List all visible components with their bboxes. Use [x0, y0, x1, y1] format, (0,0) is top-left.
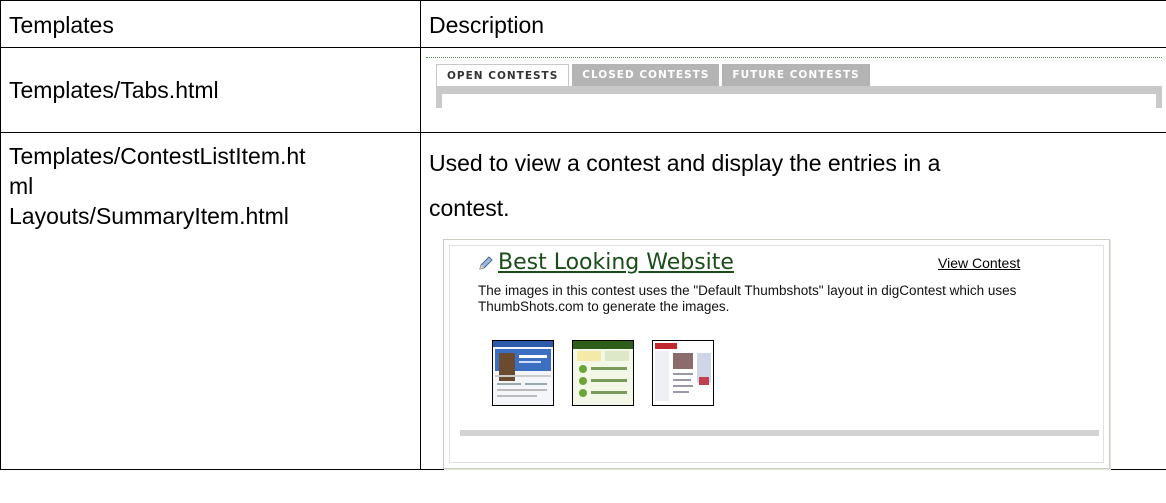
contest-title-link[interactable]: Best Looking Website: [498, 250, 734, 276]
tab-panel-right-border: [1156, 86, 1162, 108]
template-name-tabs: Templates/Tabs.html: [0, 47, 421, 133]
microsoft-site-thumbnail[interactable]: [492, 340, 554, 406]
pencil-icon: [479, 256, 493, 270]
tab-closed-contests[interactable]: CLOSED CONTESTS: [572, 64, 720, 86]
tab-future-contests[interactable]: FUTURE CONTESTS: [722, 64, 870, 86]
contest-title-row: Best Looking Website: [478, 250, 734, 276]
templates-table: Templates Description Templates/Tabs.htm…: [0, 0, 1166, 470]
contest-summary-screenshot: Best Looking Website View Contest The im…: [443, 239, 1110, 469]
header-description: Description: [420, 0, 1166, 48]
contest-footer-bar: [460, 430, 1099, 436]
dotted-divider: [426, 57, 1162, 58]
entry-thumbnails: [492, 340, 714, 406]
tabs-preview-cell: OPEN CONTESTS CLOSED CONTESTS FUTURE CON…: [420, 47, 1166, 133]
contest-description: The images in this contest uses the "Def…: [478, 283, 1017, 314]
table-row: Templates/ContestListItem.ht ml Layouts/…: [0, 132, 1166, 470]
template-names-cell: Templates/ContestListItem.ht ml Layouts/…: [0, 132, 421, 470]
tabs-screenshot: OPEN CONTESTS CLOSED CONTESTS FUTURE CON…: [426, 54, 1162, 112]
yahoo-site-thumbnail[interactable]: [652, 340, 714, 406]
description-line1: Used to view a contest and display the e…: [429, 150, 941, 176]
view-contest-link[interactable]: View Contest: [938, 254, 1020, 272]
tab-panel-left-border: [436, 86, 442, 108]
contest-description-cell: Used to view a contest and display the e…: [420, 132, 1166, 470]
table-row: Templates/Tabs.html OPEN CONTESTS CLOSED…: [0, 47, 1166, 133]
digg-site-thumbnail[interactable]: [572, 340, 634, 406]
description-text: Used to view a contest and display the e…: [429, 141, 1158, 231]
template-name-contestlistitem-part2: ml: [9, 173, 34, 199]
tab-panel-bar: [436, 86, 1162, 94]
template-name-contestlistitem-part1: Templates/ContestListItem.ht: [9, 143, 306, 169]
header-row: Templates Description: [0, 0, 1166, 48]
tab-open-contests[interactable]: OPEN CONTESTS: [436, 64, 570, 86]
template-name-summaryitem: Layouts/SummaryItem.html: [9, 203, 289, 229]
tab-strip: OPEN CONTESTS CLOSED CONTESTS FUTURE CON…: [436, 64, 870, 86]
description-line2: contest.: [429, 195, 510, 221]
header-templates: Templates: [0, 0, 421, 48]
